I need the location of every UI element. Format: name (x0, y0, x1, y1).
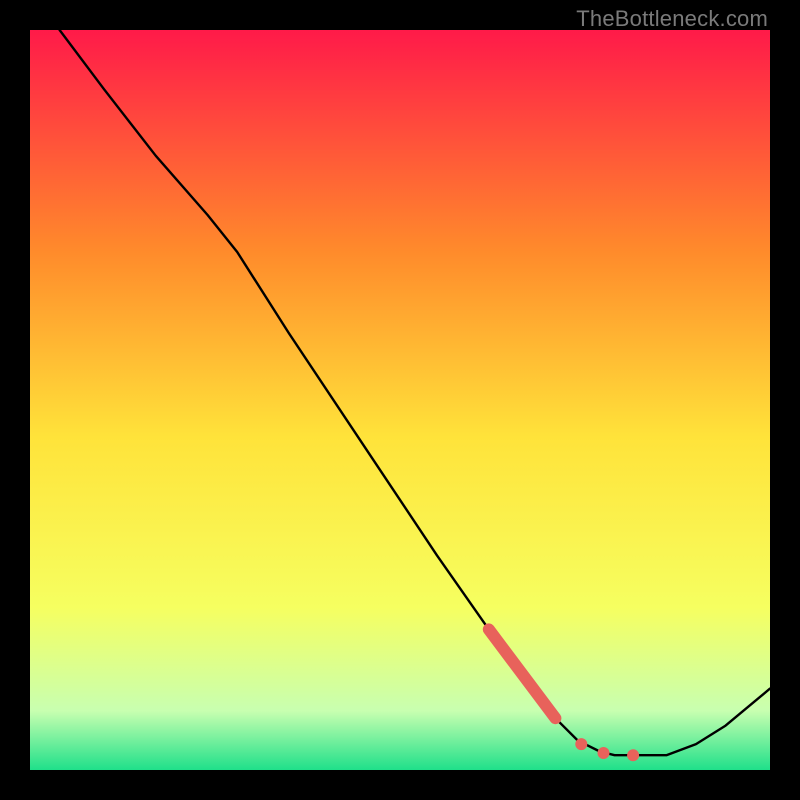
chart-svg (30, 30, 770, 770)
watermark-text: TheBottleneck.com (576, 6, 768, 32)
highlight-dot (627, 749, 639, 761)
outer-frame: TheBottleneck.com (0, 0, 800, 800)
highlight-dot (598, 747, 610, 759)
plot-area (30, 30, 770, 770)
gradient-background (30, 30, 770, 770)
highlight-dot (575, 738, 587, 750)
